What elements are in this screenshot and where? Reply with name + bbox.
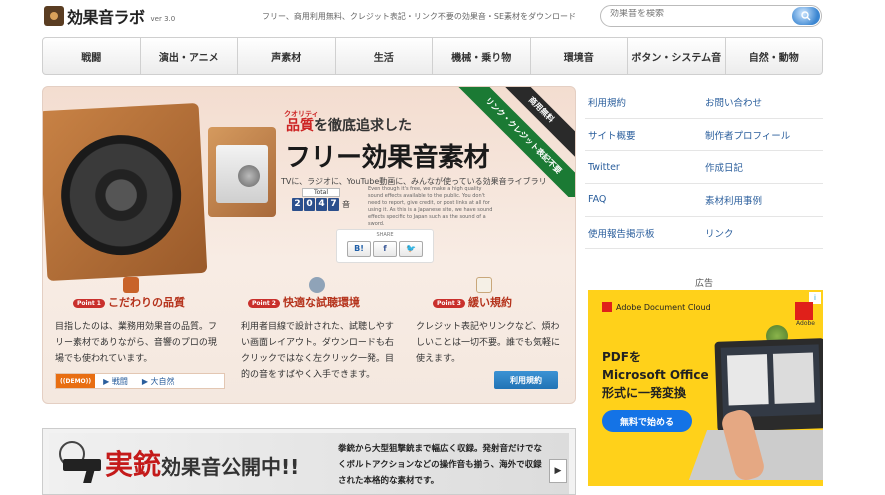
speaker-image: [43, 102, 208, 282]
point-1-desc: 目指したのは、業務用効果音の品質。フリー素材でありながら、音響のプロの現場でも使…: [55, 322, 218, 364]
banner-title: 実銃効果音公開中!!: [105, 448, 300, 481]
banner-description: 拳銃から大型狙撃銃まで幅広く収録。発射音だけでなくボルトアクションなどの操作音も…: [338, 444, 543, 486]
ribbon-corner: 商用無料 リンク・クレジット表記不要: [435, 87, 575, 197]
total-digit: 0: [304, 198, 315, 211]
demo-link-battle[interactable]: ▶ 戦闘: [103, 376, 128, 387]
total-unit: 音: [342, 200, 350, 209]
nav-item-life[interactable]: 生活: [336, 38, 433, 74]
adobe-ad[interactable]: i Adobe Document Cloud Adobe PDFを Micros…: [588, 290, 823, 486]
gun-sfx-banner[interactable]: 実銃効果音公開中!! 拳銃から大型狙撃銃まで幅広く収録。発射音だけでなくボルトア…: [42, 428, 576, 495]
search-input[interactable]: [610, 9, 790, 19]
twitter-icon[interactable]: 🐦: [399, 241, 423, 257]
sidebar-link-about[interactable]: サイト概要: [585, 128, 702, 142]
total-counter: Total 2 0 4 7 音: [292, 188, 354, 216]
sidebar-link-terms[interactable]: 利用規約: [585, 95, 702, 109]
nav-item-machine-vehicle[interactable]: 機械・乗り物: [433, 38, 531, 74]
pistol-icon: [63, 459, 101, 471]
sidebar-link-profile[interactable]: 制作者プロフィール: [702, 128, 819, 142]
facebook-icon[interactable]: f: [373, 241, 397, 257]
search-button[interactable]: [792, 7, 820, 25]
no-credit-ribbon: リンク・クレジット表記不要: [437, 87, 575, 197]
terms-button[interactable]: 利用規約: [494, 371, 558, 389]
demo-bar: ((DEMO)) ▶ 戦闘 ▶ 大自然: [55, 373, 225, 389]
total-label: Total: [302, 188, 340, 197]
point-2-title: Point 2 快適な試聴環境: [248, 294, 360, 310]
adobe-logo-text: Adobe: [796, 320, 815, 327]
point-2-desc: 利用者目線で設計された、試聴しやすい画面レイアウト。ダウンロードも右クリックでは…: [241, 322, 395, 380]
nav-item-ambient[interactable]: 環境音: [531, 38, 628, 74]
version-label: ver 3.0: [150, 15, 176, 23]
share-label: SHARE: [376, 232, 394, 238]
adobe-pdf-icon: [602, 302, 612, 312]
site-logo[interactable]: 効果音ラボ ver 3.0: [44, 5, 175, 27]
hero-banner: クオリティ 品質を徹底追求した フリー効果音素材 TVに、ラジオに、YouTub…: [42, 86, 576, 404]
ad-label: 広告: [694, 279, 713, 289]
point-3-title: Point 3 緩い規約: [433, 294, 512, 310]
hero-headline-1: 品質を徹底追求した: [286, 118, 412, 134]
nav-item-voice[interactable]: 声素材: [238, 38, 336, 74]
sidebar-link-usage-examples[interactable]: 素材利用事例: [702, 193, 819, 207]
sidebar-links: 利用規約 お問い合わせ サイト概要 制作者プロフィール Twitter 作成日記…: [585, 86, 823, 250]
sidebar-link-contact[interactable]: お問い合わせ: [702, 95, 819, 109]
total-digit: 2: [292, 198, 303, 211]
nav-item-nature-animal[interactable]: 自然・動物: [726, 38, 823, 74]
nav-item-effects-anime[interactable]: 演出・アニメ: [141, 38, 238, 74]
sidebar-link-report-board[interactable]: 使用報告掲示板: [585, 226, 702, 240]
terms-button-label: 利用規約: [510, 375, 542, 385]
logo-text: 効果音ラボ: [67, 8, 145, 27]
category-nav: 戦闘 演出・アニメ 声素材 生活 機械・乗り物 環境音 ボタン・システム音 自然…: [42, 37, 823, 75]
ad-brand: Adobe Document Cloud: [602, 302, 711, 312]
mouse-icon: [309, 277, 325, 293]
play-arrow-icon[interactable]: ▶: [549, 459, 567, 483]
search-box: [600, 5, 822, 27]
sidebar-link-faq[interactable]: FAQ: [585, 194, 702, 205]
nav-item-button-system[interactable]: ボタン・システム音: [628, 38, 726, 74]
share-box: SHARE B! f 🐦: [336, 229, 434, 263]
microphone-icon: [123, 277, 139, 293]
speaker-logo-icon: [44, 6, 64, 26]
point-1-title: Point 1 こだわりの品質: [73, 294, 185, 310]
demo-link-nature[interactable]: ▶ 大自然: [142, 376, 175, 387]
document-icon: [476, 277, 492, 293]
ad-cta-button[interactable]: 無料で始める: [602, 410, 692, 432]
sidebar-link-diary[interactable]: 作成日記: [702, 160, 819, 174]
sidebar-link-links[interactable]: リンク: [702, 226, 819, 240]
site-tagline: フリー、商用利用無料、クレジット表記・リンク不要の効果音・SE素材をダウンロード: [262, 12, 577, 21]
page: 効果音ラボ ver 3.0 フリー、商用利用無料、クレジット表記・リンク不要の効…: [0, 0, 885, 495]
demo-badge: ((DEMO)): [56, 374, 96, 388]
total-digit: 7: [328, 198, 339, 211]
point-3-desc: クレジット表記やリンクなど、煩わしいことは一切不要。誰でも気軽に使えます。: [416, 322, 561, 364]
total-digit: 4: [316, 198, 327, 211]
sidebar-link-twitter[interactable]: Twitter: [585, 162, 702, 173]
hatena-bookmark-icon[interactable]: B!: [347, 241, 371, 257]
adobe-logo-icon: [795, 302, 813, 320]
nav-item-battle[interactable]: 戦闘: [43, 38, 141, 74]
ad-headline: PDFを Microsoft Office 形式に一発変換: [602, 350, 709, 400]
small-speaker-image: [208, 127, 276, 217]
search-icon: [801, 11, 811, 21]
